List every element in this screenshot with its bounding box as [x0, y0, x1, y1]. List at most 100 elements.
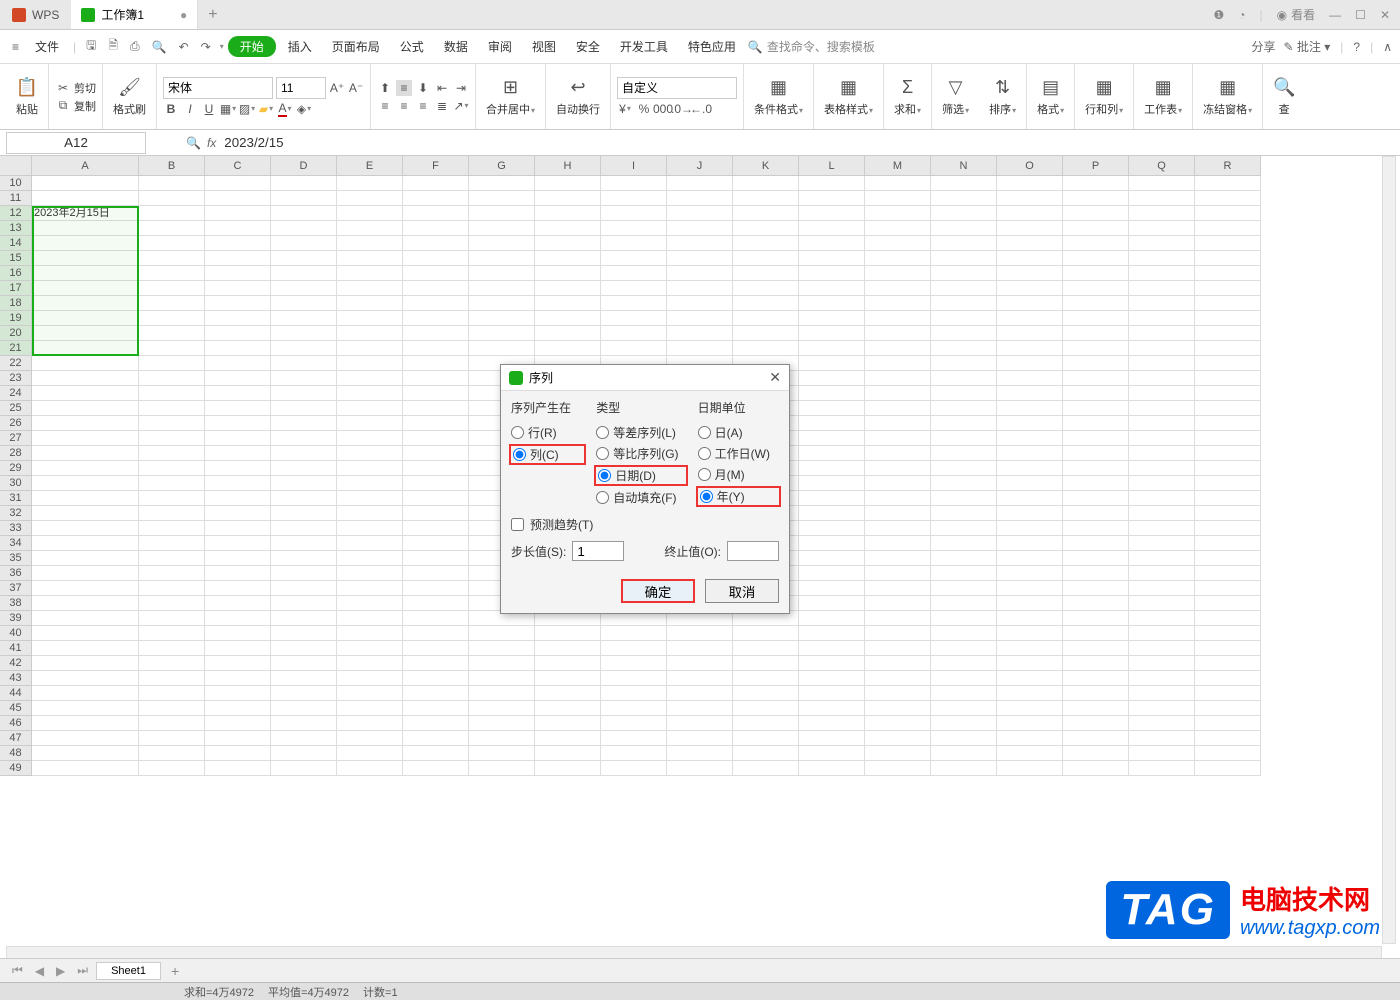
cell[interactable] — [403, 191, 469, 206]
cell[interactable] — [205, 281, 271, 296]
cell[interactable] — [337, 581, 403, 596]
cell[interactable] — [337, 536, 403, 551]
cell[interactable] — [1063, 611, 1129, 626]
cell[interactable] — [535, 221, 601, 236]
cell[interactable] — [667, 761, 733, 776]
cell[interactable] — [205, 296, 271, 311]
cell[interactable] — [865, 671, 931, 686]
cell[interactable] — [271, 491, 337, 506]
cell[interactable] — [205, 236, 271, 251]
cell[interactable] — [1063, 176, 1129, 191]
find-button[interactable]: 🔍查 — [1269, 75, 1299, 119]
cell[interactable] — [799, 311, 865, 326]
cell[interactable] — [931, 701, 997, 716]
cell[interactable] — [865, 356, 931, 371]
cell[interactable] — [32, 701, 139, 716]
cell[interactable] — [1129, 716, 1195, 731]
cell[interactable] — [139, 431, 205, 446]
cell[interactable] — [865, 731, 931, 746]
cell[interactable] — [469, 176, 535, 191]
cell[interactable] — [271, 341, 337, 356]
cell[interactable] — [1063, 761, 1129, 776]
cell[interactable] — [1129, 761, 1195, 776]
paste-button[interactable]: 📋 粘贴 — [12, 75, 42, 119]
cell[interactable] — [799, 251, 865, 266]
cell[interactable] — [337, 566, 403, 581]
cell[interactable] — [1195, 686, 1261, 701]
row-header[interactable]: 39 — [0, 611, 32, 626]
cell[interactable] — [1129, 596, 1195, 611]
cell[interactable] — [865, 281, 931, 296]
cell[interactable] — [535, 761, 601, 776]
row-header[interactable]: 35 — [0, 551, 32, 566]
inc-decimal-icon[interactable]: .0→ — [674, 101, 690, 117]
tab-data[interactable]: 数据 — [436, 34, 476, 59]
cell[interactable] — [799, 446, 865, 461]
cell[interactable] — [601, 686, 667, 701]
cell[interactable] — [667, 656, 733, 671]
cell[interactable] — [403, 371, 469, 386]
row-header[interactable]: 12 — [0, 206, 32, 221]
cell[interactable] — [205, 476, 271, 491]
cell[interactable] — [931, 476, 997, 491]
cell[interactable] — [1195, 611, 1261, 626]
cell[interactable] — [139, 221, 205, 236]
cell[interactable] — [601, 296, 667, 311]
col-header[interactable]: F — [403, 156, 469, 176]
cell[interactable] — [32, 356, 139, 371]
cell[interactable] — [337, 371, 403, 386]
cell[interactable] — [799, 596, 865, 611]
cell[interactable] — [997, 281, 1063, 296]
cell[interactable] — [1195, 716, 1261, 731]
cell[interactable] — [403, 281, 469, 296]
cell[interactable] — [271, 311, 337, 326]
cell[interactable] — [32, 311, 139, 326]
cell[interactable] — [205, 371, 271, 386]
cell[interactable] — [1195, 596, 1261, 611]
cell[interactable] — [337, 251, 403, 266]
cell[interactable] — [997, 476, 1063, 491]
cell[interactable] — [931, 281, 997, 296]
cell[interactable] — [32, 416, 139, 431]
col-header[interactable]: M — [865, 156, 931, 176]
cell[interactable] — [601, 191, 667, 206]
cell[interactable] — [1063, 236, 1129, 251]
cell[interactable] — [997, 536, 1063, 551]
cell[interactable] — [865, 431, 931, 446]
cell[interactable] — [139, 341, 205, 356]
cell[interactable] — [799, 266, 865, 281]
cell[interactable] — [271, 446, 337, 461]
cell[interactable] — [667, 296, 733, 311]
cell[interactable] — [139, 761, 205, 776]
cell[interactable] — [469, 761, 535, 776]
cell[interactable] — [865, 686, 931, 701]
cell[interactable] — [205, 506, 271, 521]
cell[interactable] — [403, 206, 469, 221]
cell[interactable] — [1195, 506, 1261, 521]
cell[interactable] — [733, 191, 799, 206]
cell[interactable] — [1195, 206, 1261, 221]
cell[interactable] — [469, 296, 535, 311]
cell[interactable] — [931, 521, 997, 536]
cell[interactable] — [535, 176, 601, 191]
cell[interactable] — [997, 401, 1063, 416]
row-header[interactable]: 46 — [0, 716, 32, 731]
badge-icon[interactable]: ❶ — [1214, 8, 1225, 22]
cell[interactable] — [1063, 416, 1129, 431]
cell[interactable] — [733, 671, 799, 686]
cell[interactable] — [997, 236, 1063, 251]
cell[interactable] — [32, 716, 139, 731]
tab-review[interactable]: 审阅 — [480, 34, 520, 59]
cell[interactable] — [1063, 356, 1129, 371]
minimize-icon[interactable]: — — [1329, 8, 1341, 22]
sum-button[interactable]: Σ求和▾ — [890, 75, 925, 119]
decrease-font-icon[interactable]: A⁻ — [348, 80, 364, 96]
cell[interactable] — [1195, 191, 1261, 206]
cell[interactable] — [337, 356, 403, 371]
cell[interactable] — [1063, 626, 1129, 641]
cell[interactable] — [997, 626, 1063, 641]
cell[interactable] — [469, 221, 535, 236]
command-search[interactable]: 🔍 查找命令、搜索模板 — [748, 38, 875, 55]
cell[interactable] — [865, 446, 931, 461]
radio-autofill[interactable]: 自动填充(F) — [596, 487, 685, 508]
